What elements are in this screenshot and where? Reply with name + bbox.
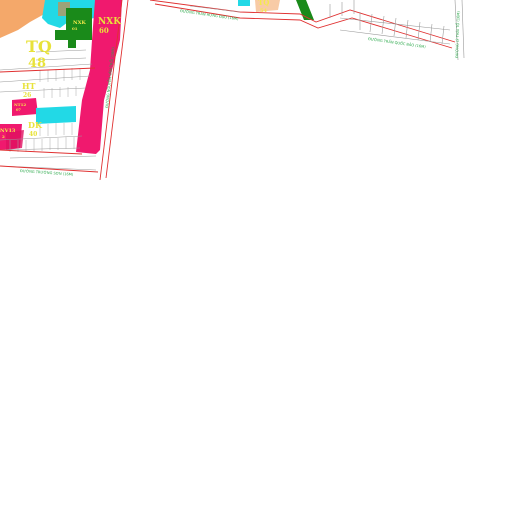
zone-nxk-small-number: 01	[72, 26, 78, 31]
zone-tq-number: 48	[28, 56, 46, 71]
commercial-area-middle	[36, 106, 76, 124]
public-area-orange	[0, 0, 48, 38]
zone-top-right-number: 54	[260, 8, 267, 14]
zone-tq-code: TQ	[26, 37, 52, 56]
commercial-cyan-small	[238, 0, 250, 6]
zone-dk-code: DK	[28, 120, 43, 130]
road-label-top-1: ĐƯỜNG TRẦN HƯNG ĐẠO (16M)	[180, 8, 240, 21]
road-label-right: ĐƯỜNG LÝ THÁI TỔ (16M)	[454, 10, 461, 58]
zone-small-pink-code: NT12	[14, 102, 26, 107]
zone-dk-number: 40	[29, 131, 37, 138]
zone-ht-number: 26	[23, 92, 31, 99]
zoning-map: TQ 48 NXK 60 NXK 01 HT 26 DK 40 NT12 07 …	[0, 0, 465, 181]
zone-small-pink-number: 07	[16, 108, 21, 112]
zone-nv-number: 2	[2, 134, 5, 139]
zone-nxk-number: 60	[99, 26, 109, 35]
zone-top-right-code: TQ	[258, 0, 269, 7]
zone-ht-code: HT	[22, 81, 36, 91]
lot-grid-top-right	[189, 0, 465, 61]
residential-block-small	[12, 98, 38, 116]
